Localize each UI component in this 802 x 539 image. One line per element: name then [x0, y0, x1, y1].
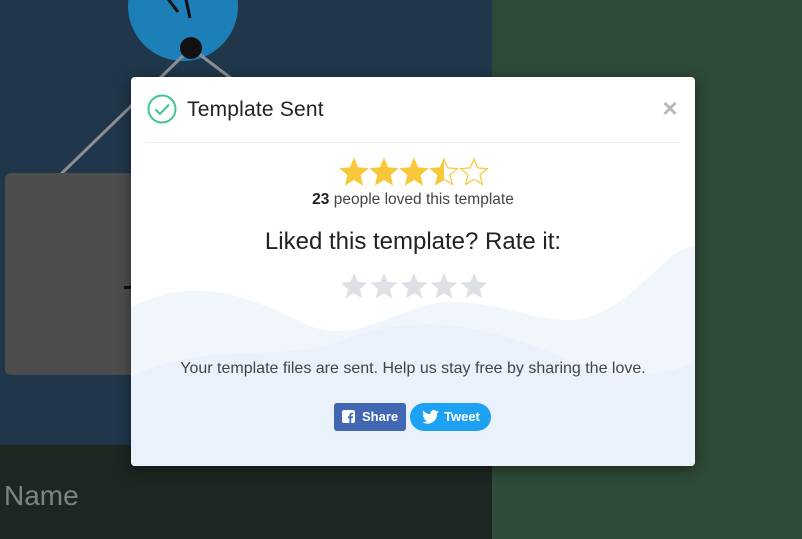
modal-title: Template Sent	[187, 98, 324, 121]
average-star-2	[369, 157, 399, 186]
facebook-share-button[interactable]: Share	[334, 403, 406, 431]
average-rating-stars	[339, 157, 489, 186]
facebook-icon	[342, 410, 355, 423]
modal-header: Template Sent ×	[146, 92, 680, 143]
rate-star-3[interactable]	[400, 273, 428, 299]
average-star-4	[429, 157, 459, 186]
hanging-pin	[180, 37, 202, 59]
rate-star-5[interactable]	[460, 273, 488, 299]
twitter-icon	[422, 410, 439, 424]
loved-text: people loved this template	[329, 191, 514, 208]
rate-template-stars[interactable]	[338, 272, 490, 302]
check-circle-icon	[147, 94, 177, 124]
background-name-heading: Name	[4, 480, 79, 511]
close-button[interactable]: ×	[660, 93, 680, 123]
loved-summary: 23 people loved this template	[131, 191, 695, 209]
rate-star-2[interactable]	[370, 273, 398, 299]
rate-star-4[interactable]	[430, 273, 458, 299]
average-star-3	[399, 157, 429, 186]
rate-prompt: Liked this template? Rate it:	[264, 228, 562, 255]
close-icon: ×	[662, 93, 678, 123]
average-star-1	[339, 157, 369, 186]
template-sent-modal: Template Sent × 23 people loved this tem…	[131, 77, 695, 466]
tweet-button[interactable]: Tweet	[410, 403, 491, 431]
share-label: Share	[362, 409, 399, 424]
sent-message: Your template files are sent. Help us st…	[180, 360, 646, 377]
rate-star-1[interactable]	[340, 273, 368, 299]
average-star-5	[459, 157, 489, 186]
loved-count: 23	[312, 191, 330, 208]
hanging-board	[5, 173, 145, 375]
tweet-label: Tweet	[444, 409, 480, 424]
